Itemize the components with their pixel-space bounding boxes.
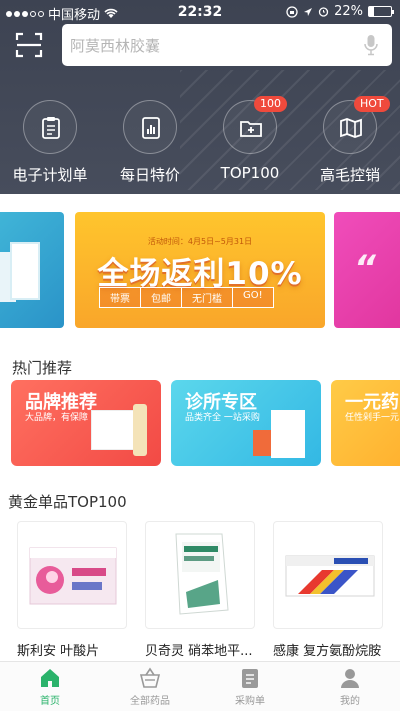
section-title-hot: 热门推荐: [12, 359, 73, 377]
quick-link-label: 每日特价: [119, 166, 180, 184]
hot-card-subtitle: 品类齐全 一站采购: [185, 413, 260, 423]
search-placeholder: 阿莫西林胶囊: [70, 37, 161, 55]
header: 中国移动 22:32 22% 阿莫西林胶囊 电子计划单 每日特价 100 TOP…: [0, 0, 400, 194]
product-image: [29, 547, 117, 605]
hot-card-subtitle: 任性剁手一元: [345, 413, 400, 423]
banner-tag: 包邮: [140, 287, 181, 308]
banner-date: 活动时间：4月5日~5月31日: [147, 237, 253, 246]
hot-card-subtitle: 大品牌，有保障: [25, 413, 89, 423]
tab-bar: 首页 全部药品 采购单 我的: [0, 661, 400, 711]
map-icon: [340, 118, 362, 138]
product-name: 感康 复方氨酚烷胺: [273, 644, 382, 659]
battery-icon: [368, 6, 394, 17]
count-badge: 100: [254, 96, 287, 112]
quick-link-daily-deal[interactable]: 每日特价: [100, 96, 200, 186]
hot-badge: HOT: [354, 96, 390, 112]
section-title-top100: 黄金单品TOP100: [8, 493, 127, 511]
hot-card-one-yuan[interactable]: 一元药 任性剁手一元: [331, 380, 400, 466]
banner-rebate[interactable]: 活动时间：4月5日~5月31日 全场返利10% 带票 包邮 无门槛 GO!: [75, 212, 325, 328]
quick-link-top100[interactable]: 100 TOP100: [200, 96, 300, 186]
product-card[interactable]: [17, 521, 127, 629]
battery-percent: 22%: [334, 4, 363, 19]
app-home-screen: 中国移动 22:32 22% 阿莫西林胶囊 电子计划单 每日特价 100 TOP…: [0, 0, 400, 711]
hot-card-clinic[interactable]: 诊所专区 品类齐全 一站采购: [171, 380, 321, 466]
product-image: [175, 533, 229, 615]
tab-label: 全部药品: [130, 696, 170, 707]
basket-icon: [139, 667, 161, 688]
banner-prev[interactable]: [0, 212, 64, 328]
banner-tag: GO!: [232, 287, 274, 308]
chart-doc-icon: [142, 117, 160, 139]
product-image: [285, 555, 375, 597]
quick-link-label: TOP100: [220, 164, 280, 182]
alarm-icon: [318, 7, 329, 17]
tab-purchase-list[interactable]: 采购单: [200, 662, 300, 711]
tab-label: 首页: [40, 696, 60, 707]
home-icon: [41, 669, 59, 687]
product-name: 斯利安 叶酸片: [17, 644, 100, 659]
tab-all-drugs[interactable]: 全部药品: [100, 662, 200, 711]
banner-tags: 带票 包邮 无门槛 GO!: [99, 287, 274, 308]
banner-tag: 无门槛: [181, 287, 232, 308]
tab-label: 我的: [340, 696, 360, 707]
product-image: [91, 410, 139, 450]
microphone-icon[interactable]: [364, 34, 378, 56]
search-input[interactable]: 阿莫西林胶囊: [62, 24, 392, 66]
status-bar: 中国移动 22:32 22%: [0, 0, 400, 24]
banner-next[interactable]: “: [334, 212, 400, 328]
scan-icon[interactable]: [14, 30, 44, 60]
tab-home[interactable]: 首页: [0, 662, 100, 711]
plus-folder-icon: [240, 121, 262, 137]
clipboard-icon: [42, 117, 60, 139]
quick-link-label: 高毛控销: [319, 166, 380, 184]
hot-card-brand[interactable]: 品牌推荐 大品牌，有保障: [11, 380, 161, 466]
lock-rotation-icon: [286, 5, 298, 18]
quick-link-high-margin[interactable]: HOT 高毛控销: [300, 96, 400, 186]
tab-label: 采购单: [235, 696, 265, 707]
list-doc-icon: [242, 669, 258, 688]
location-icon: [304, 7, 313, 16]
banner-carousel[interactable]: 活动时间：4月5日~5月31日 全场返利10% 带票 包邮 无门槛 GO! “: [0, 212, 400, 330]
product-card[interactable]: [273, 521, 383, 629]
tab-profile[interactable]: 我的: [300, 662, 400, 711]
product-name: 贝奇灵 硝苯地平...: [145, 644, 253, 659]
banner-tag: 带票: [99, 287, 140, 308]
product-image: [271, 410, 305, 458]
product-card[interactable]: [145, 521, 255, 629]
user-icon: [341, 669, 359, 688]
quick-link-label: 电子计划单: [12, 166, 88, 184]
quick-link-plan[interactable]: 电子计划单: [0, 96, 100, 186]
